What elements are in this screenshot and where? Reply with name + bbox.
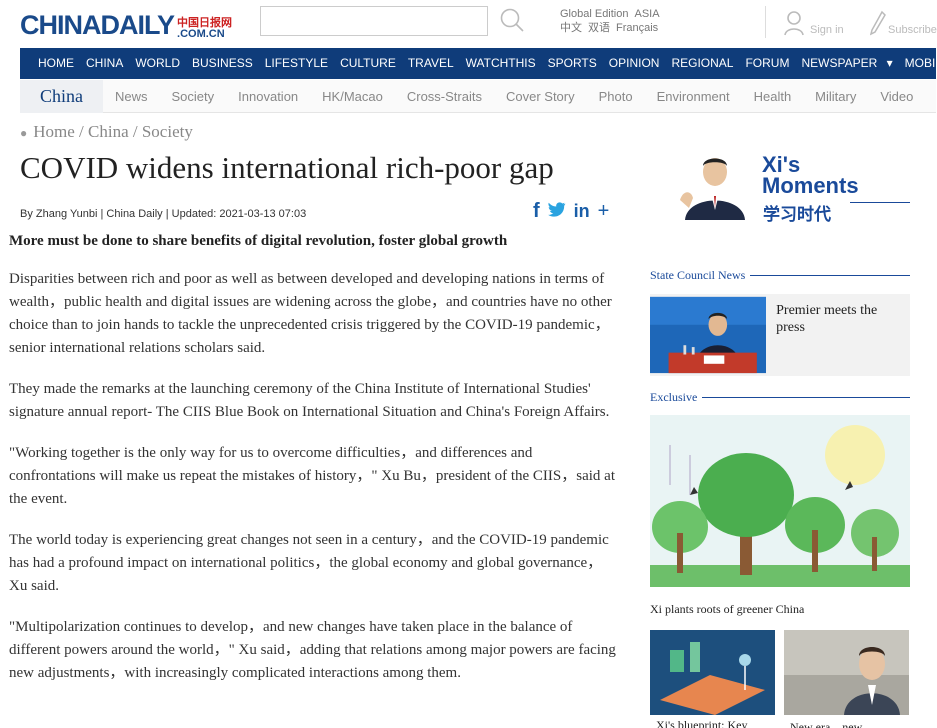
nav-travel[interactable]: TRAVEL (402, 48, 460, 79)
article-title: COVID widens international rich-poor gap (20, 150, 554, 185)
nav-newspaper[interactable]: NEWSPAPER ▾ (795, 48, 898, 79)
share-bar: f in + (533, 200, 609, 223)
lang-bilingual-link[interactable]: 双语 (588, 22, 610, 34)
thumb-card[interactable] (650, 630, 775, 715)
user-icon (784, 11, 804, 36)
subnav-cover-story[interactable]: Cover Story (494, 89, 587, 104)
section-nav: China News Society Innovation HK/Macao C… (20, 79, 936, 113)
article-body: More must be done to share benefits of d… (9, 233, 619, 703)
nav-home[interactable]: HOME (20, 48, 80, 79)
article-paragraph: The world today is experiencing great ch… (9, 532, 609, 594)
linkedin-icon[interactable]: in (574, 201, 590, 222)
nav-lifestyle[interactable]: LIFESTYLE (259, 48, 334, 79)
subnav-military[interactable]: Military (803, 89, 868, 104)
thumb-card[interactable] (784, 630, 909, 715)
article-paragraph: "Multipolarization continues to develop，… (9, 619, 616, 681)
exclusive-section: Exclusive Xi plants roots of greener Chi… (650, 390, 910, 617)
edition-selector: Global Edition ASIA 中文 双语 Français (560, 7, 666, 35)
exclusive-header: Exclusive (650, 390, 910, 405)
state-council-header: State Council News (650, 268, 910, 283)
subscribe-label: Subscribe (888, 24, 937, 36)
nav-mobile[interactable]: MOBILE (899, 48, 937, 79)
xi-moments-banner[interactable]: Xi's Moments 学习时代 (670, 150, 915, 232)
share-more-icon[interactable]: + (598, 200, 610, 223)
facebook-icon[interactable]: f (533, 200, 540, 223)
edition-region[interactable]: ASIA (635, 8, 660, 20)
logo-sub: 中国日报网 .COM.CN (177, 18, 232, 40)
xi-moments-cn: 学习时代 (763, 205, 831, 224)
nav-opinion[interactable]: OPINION (603, 48, 666, 79)
nav-newspaper-label: NEWSPAPER (801, 56, 878, 70)
sign-in-link[interactable]: Sign in (784, 6, 844, 36)
subnav-environment[interactable]: Environment (645, 89, 742, 104)
main-nav: HOME CHINA WORLD BUSINESS LIFESTYLE CULT… (20, 48, 937, 79)
breadcrumb: ● Home / China / Society (20, 122, 193, 142)
search-icon[interactable] (499, 7, 525, 33)
xi-title-line2: Moments (762, 173, 859, 198)
breadcrumb-bullet: ● (20, 125, 28, 140)
state-council-title[interactable]: State Council News (650, 268, 745, 283)
nav-culture[interactable]: CULTURE (334, 48, 402, 79)
sidebar-thumbnails (650, 630, 910, 715)
edition-label[interactable]: Global Edition (560, 8, 629, 20)
state-council-section: State Council News Premier meets the pre… (650, 268, 910, 376)
green-china-illustration (650, 415, 910, 587)
section-rule (702, 397, 910, 398)
subnav-society[interactable]: Society (160, 89, 227, 104)
xi-portrait-image (675, 150, 750, 220)
article-byline: By Zhang Yunbi | China Daily | Updated: … (20, 208, 307, 220)
premier-press-image (650, 296, 767, 374)
thumb-caption[interactable]: Xi's blueprint: Key (656, 718, 747, 728)
nav-world[interactable]: WORLD (129, 48, 186, 79)
exclusive-title[interactable]: Exclusive (650, 390, 697, 405)
subnav-photo[interactable]: Photo (587, 89, 645, 104)
lang-fr-link[interactable]: Français (616, 22, 658, 34)
site-header: CHINADAILY 中国日报网 .COM.CN Global Edition A… (0, 0, 937, 48)
subnav-video[interactable]: Video (868, 89, 925, 104)
xi-moments-underline (850, 202, 910, 203)
site-logo[interactable]: CHINADAILY 中国日报网 .COM.CN (20, 8, 232, 40)
chevron-down-icon: ▾ (886, 56, 893, 70)
pen-icon (870, 10, 886, 36)
logo-text: CHINADAILY (20, 10, 175, 40)
breadcrumb-text[interactable]: Home / China / Society (33, 122, 193, 141)
nav-forum[interactable]: FORUM (739, 48, 795, 79)
nav-business[interactable]: BUSINESS (186, 48, 259, 79)
subnav-health[interactable]: Health (742, 89, 804, 104)
search-input[interactable] (260, 6, 488, 36)
subnav-news[interactable]: News (103, 89, 160, 104)
state-council-card[interactable]: Premier meets the press (650, 294, 910, 376)
section-home[interactable]: China (20, 79, 103, 113)
exclusive-caption[interactable]: Xi plants roots of greener China (650, 602, 910, 617)
nav-watchthis[interactable]: WATCHTHIS (460, 48, 542, 79)
article-paragraph: "Working together is the only way for us… (9, 445, 616, 507)
subnav-innovation[interactable]: Innovation (226, 89, 310, 104)
blueprint-image (650, 630, 775, 715)
article-paragraph: They made the remarks at the launching c… (9, 381, 610, 420)
lang-zh-link[interactable]: 中文 (560, 22, 582, 34)
section-rule (750, 275, 910, 276)
state-council-headline: Premier meets the press (776, 303, 878, 335)
nav-regional[interactable]: REGIONAL (665, 48, 739, 79)
article-paragraph: Disparities between rich and poor as wel… (9, 271, 612, 356)
sign-in-label: Sign in (810, 24, 844, 36)
header-divider (765, 6, 766, 38)
reporter-image (784, 630, 909, 715)
logo-com: .COM.CN (177, 28, 225, 40)
subnav-cross-straits[interactable]: Cross-Straits (395, 89, 494, 104)
subscribe-link[interactable]: Subscribe (870, 6, 937, 36)
xi-moments-title: Xi's Moments (762, 154, 859, 198)
article-lead: More must be done to share benefits of d… (9, 233, 508, 249)
twitter-icon[interactable] (547, 201, 566, 222)
exclusive-card[interactable] (650, 415, 910, 592)
thumb-caption[interactable]: New era，new (790, 718, 862, 728)
subnav-hkmacao[interactable]: HK/Macao (310, 89, 395, 104)
nav-sports[interactable]: SPORTS (542, 48, 603, 79)
nav-china[interactable]: CHINA (80, 48, 129, 79)
